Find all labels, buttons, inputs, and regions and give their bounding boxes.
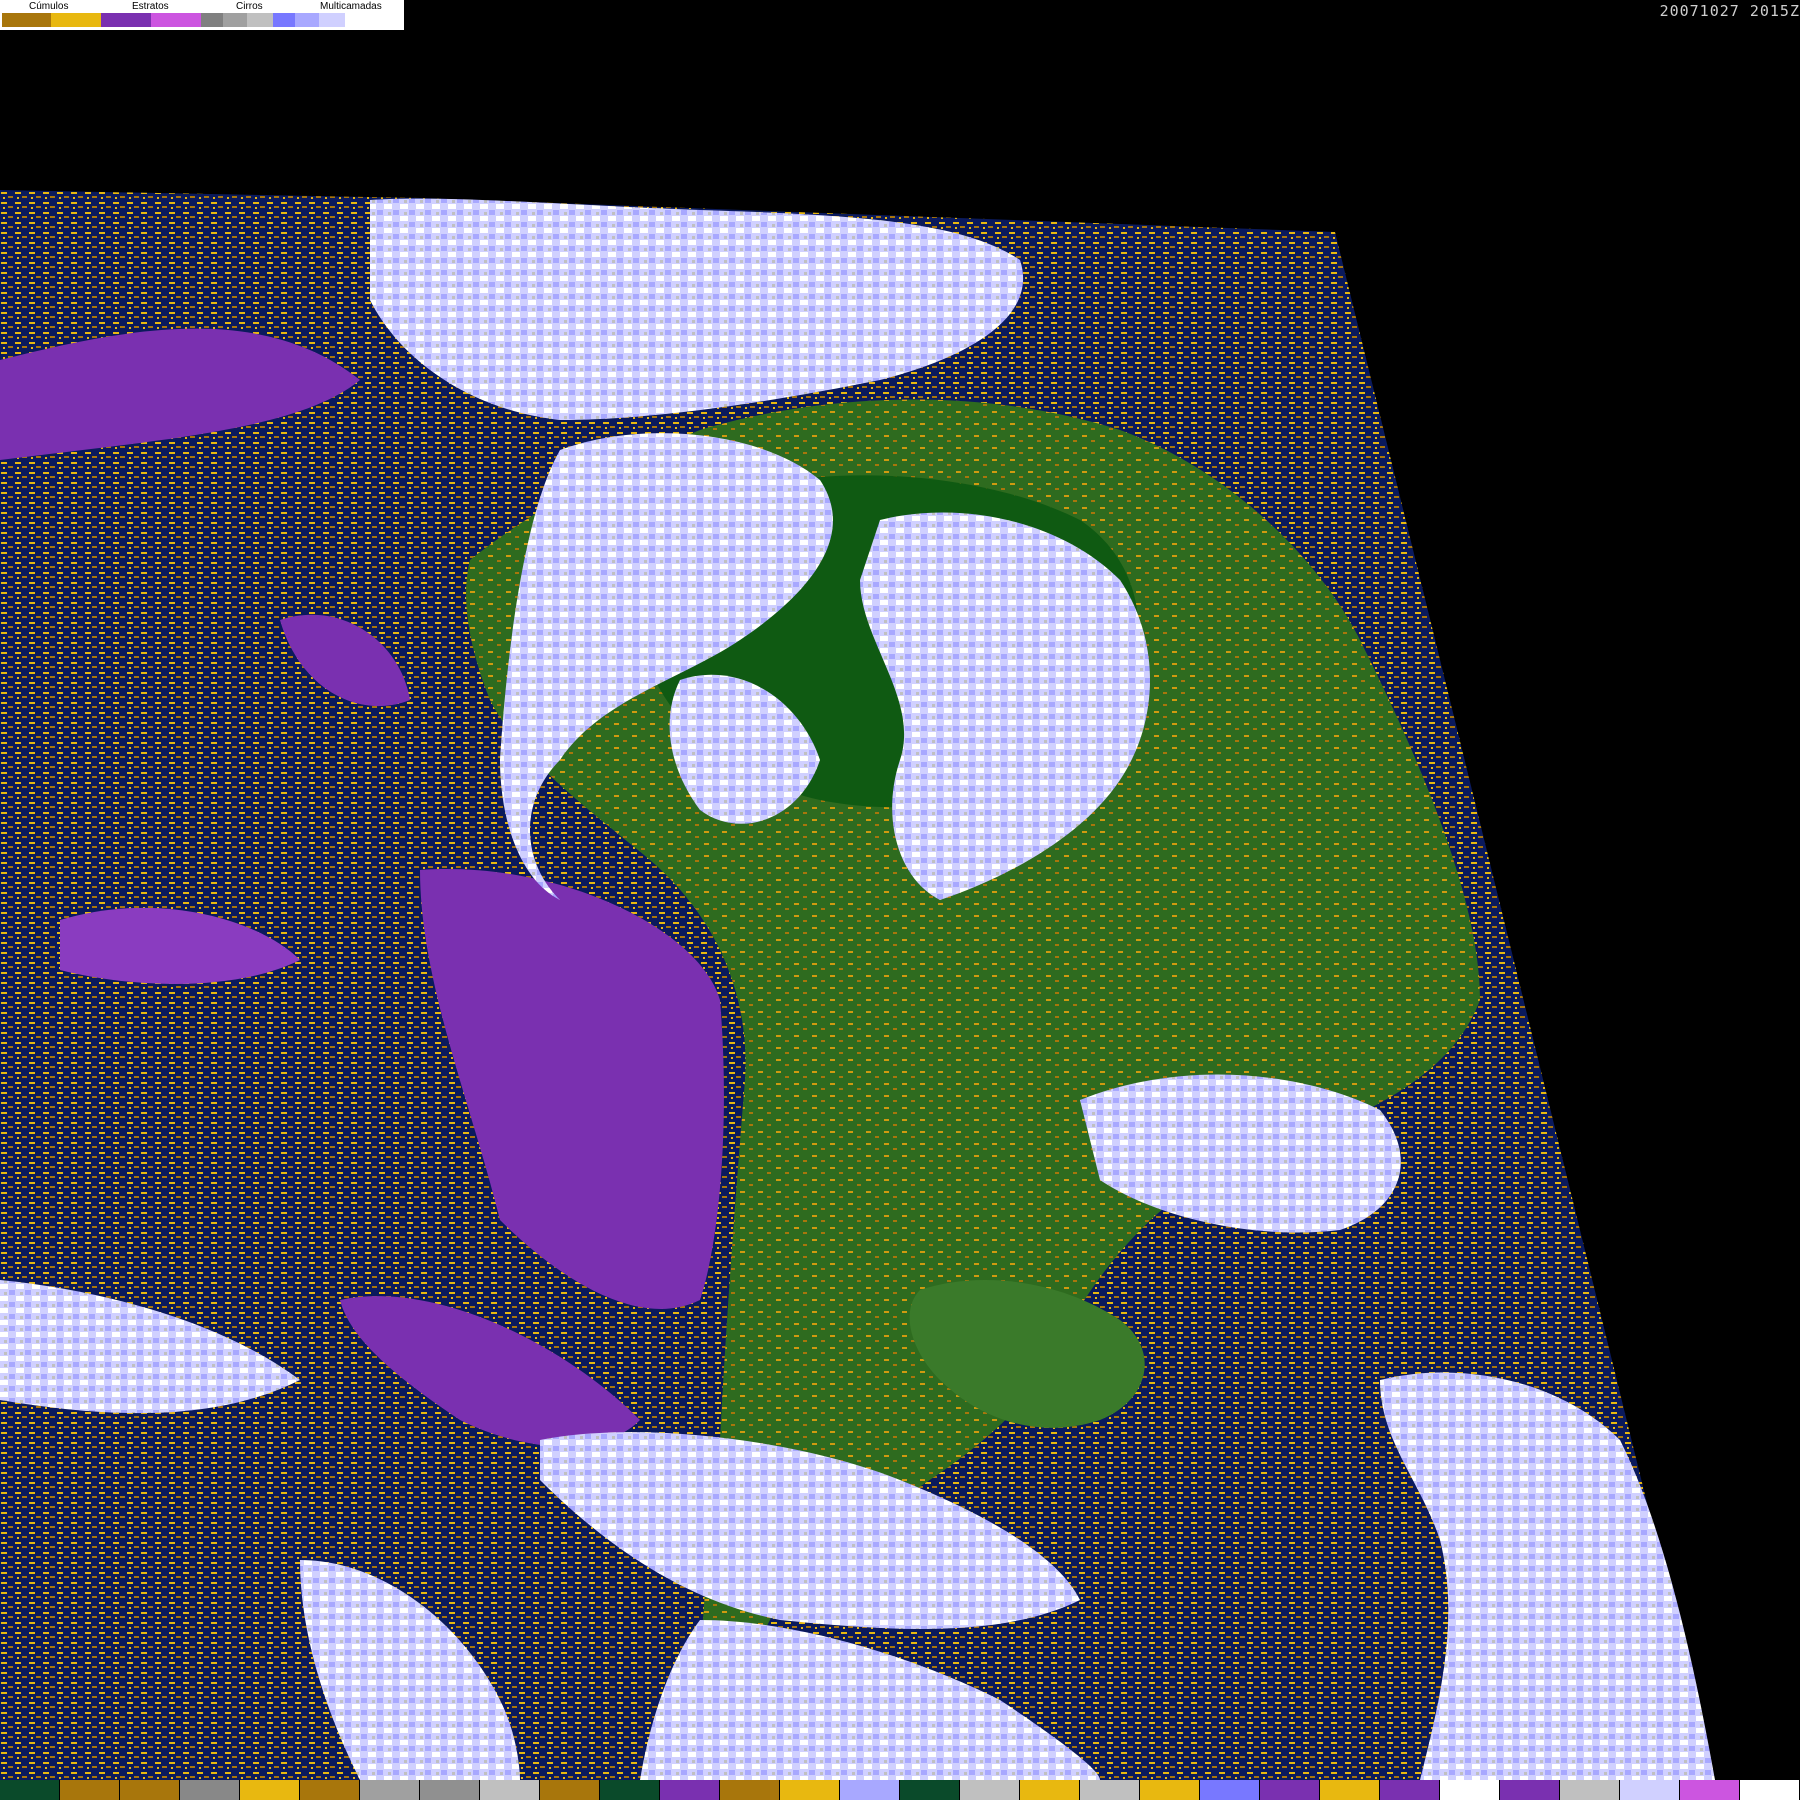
legend-label-multilayer: Multicamadas bbox=[320, 1, 382, 12]
color-bar-cell bbox=[60, 1780, 120, 1800]
satellite-cloud-map bbox=[0, 0, 1800, 1780]
legend-swatch bbox=[223, 13, 247, 27]
bottom-color-bar bbox=[0, 1780, 1800, 1800]
legend-label-stratus: Estratos bbox=[132, 1, 169, 12]
color-bar-cell bbox=[480, 1780, 540, 1800]
legend-swatch bbox=[51, 13, 101, 27]
color-bar-cell bbox=[1740, 1780, 1800, 1800]
color-bar-cell bbox=[120, 1780, 180, 1800]
color-bar-cell bbox=[420, 1780, 480, 1800]
color-bar-cell bbox=[300, 1780, 360, 1800]
color-bar-cell bbox=[360, 1780, 420, 1800]
legend-swatch bbox=[247, 13, 273, 27]
color-bar-cell bbox=[1500, 1780, 1560, 1800]
color-bar-cell bbox=[1320, 1780, 1380, 1800]
color-bar-cell bbox=[1380, 1780, 1440, 1800]
color-bar-cell bbox=[960, 1780, 1020, 1800]
legend-swatch bbox=[273, 13, 295, 27]
legend-swatch bbox=[101, 13, 151, 27]
color-bar-cell bbox=[240, 1780, 300, 1800]
color-bar-cell bbox=[1620, 1780, 1680, 1800]
color-bar-cell bbox=[660, 1780, 720, 1800]
color-bar-cell bbox=[840, 1780, 900, 1800]
cloud-type-legend: Cúmulos Estratos Cirros Multicamadas bbox=[0, 0, 406, 30]
legend-color-swatches bbox=[2, 13, 369, 27]
color-bar-cell bbox=[600, 1780, 660, 1800]
color-bar-cell bbox=[0, 1780, 60, 1800]
color-bar-cell bbox=[900, 1780, 960, 1800]
color-bar-cell bbox=[1680, 1780, 1740, 1800]
legend-swatch bbox=[151, 13, 201, 27]
image-timestamp: 20071027 2015Z bbox=[1659, 2, 1800, 20]
legend-swatch bbox=[319, 13, 345, 27]
legend-label-cumulus: Cúmulos bbox=[29, 1, 69, 12]
color-bar-cell bbox=[1200, 1780, 1260, 1800]
color-bar-cell bbox=[1440, 1780, 1500, 1800]
color-bar-cell bbox=[720, 1780, 780, 1800]
legend-swatch bbox=[295, 13, 319, 27]
legend-swatch bbox=[345, 13, 369, 27]
color-bar-cell bbox=[780, 1780, 840, 1800]
color-bar-cell bbox=[1260, 1780, 1320, 1800]
legend-label-cirrus: Cirros bbox=[236, 1, 263, 12]
legend-swatch bbox=[2, 13, 51, 27]
color-bar-cell bbox=[1140, 1780, 1200, 1800]
color-bar-cell bbox=[540, 1780, 600, 1800]
color-bar-cell bbox=[1560, 1780, 1620, 1800]
color-bar-cell bbox=[1020, 1780, 1080, 1800]
legend-swatch bbox=[201, 13, 223, 27]
color-bar-cell bbox=[180, 1780, 240, 1800]
color-bar-cell bbox=[1080, 1780, 1140, 1800]
